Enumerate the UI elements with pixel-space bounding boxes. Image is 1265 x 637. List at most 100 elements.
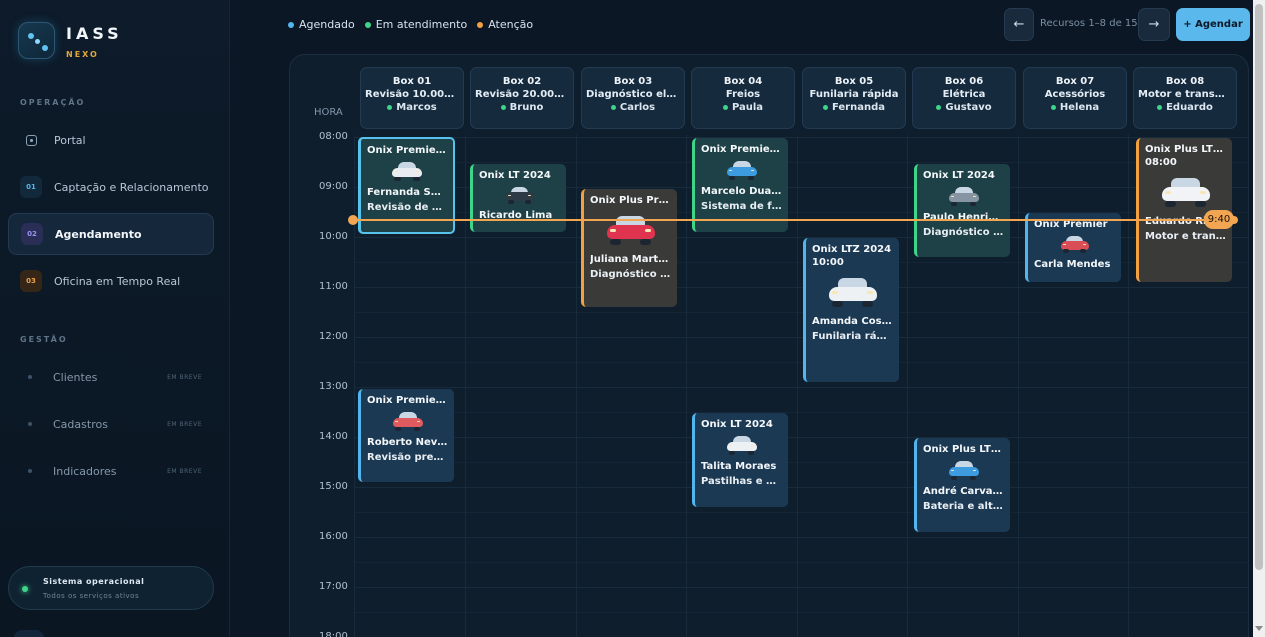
hour-label: 10:00 [319,231,348,242]
appointment-service: Motor e trans... [1145,231,1226,242]
resource-column-header[interactable]: Box 04 Freios Paula [691,67,795,129]
resource-column-header[interactable]: Box 08 Motor e transm... Eduardo [1133,67,1237,129]
appointment-card[interactable]: Onix Premier ... Roberto Neves Revisão pre… [358,389,454,482]
appointment-card[interactable]: Onix Premier Carla Mendes [1025,213,1121,282]
box-technician: Marcos [361,102,463,113]
car-icon [948,187,979,206]
car-icon [1161,178,1210,207]
sidebar-item-captacao[interactable]: 01 Captação e Relacionamento [8,166,214,208]
box-name: Box 03 [613,76,653,87]
sidebar: IASS NEXO OPERAÇÃO Portal 01 Captação e … [0,0,230,637]
hour-label: 13:00 [319,381,348,392]
technician-status-icon [722,105,728,110]
sidebar-item-indicadores[interactable]: Indicadores EM BREVE [8,450,214,492]
resource-column-header[interactable]: Box 07 Acessórios Helena [1023,67,1127,129]
box-name: Box 02 [502,76,542,87]
scroll-down-icon[interactable] [1255,626,1263,631]
car-icon [505,187,534,204]
appointment-card[interactable]: Onix LT 2024 Ricardo Lima [470,164,566,232]
resource-column-header[interactable]: Box 03 Diagnóstico ele... Carlos [581,67,685,129]
box-service: Revisão 10.000 ... [365,89,463,100]
soon-badge: EM BREVE [167,420,202,428]
legend-dot-icon [288,21,294,28]
next-resources-button[interactable]: → [1138,8,1170,41]
appointment-card[interactable]: Onix LTZ 2024 10:00 Amanda Costa Funilaria … [803,238,899,382]
sidebar-item-agendamento[interactable]: 02 Agendamento [8,213,214,255]
brand-subtitle: NEXO [66,50,99,59]
technician-status-icon [822,105,828,110]
scrollbar-thumb[interactable] [1255,4,1263,570]
appointment-service: Revisão preve... [367,452,448,463]
soon-badge: EM BREVE [167,373,202,381]
technician-status-icon [936,105,942,110]
hour-column-label: HORA [314,107,343,118]
box-service: Elétrica [942,89,986,100]
user-avatar[interactable] [14,630,44,637]
hour-label: 09:00 [319,181,348,192]
status-subtitle: Todos os serviços ativos [43,592,140,600]
appointment-card[interactable]: Onix Premier ... Marcelo Duarte Sistema de… [692,138,788,232]
box-service: Funilaria rápida [809,89,899,100]
section-label-operacao: OPERAÇÃO [20,98,86,107]
technician-status-icon [500,105,506,110]
resource-column-header[interactable]: Box 06 Elétrica Gustavo [912,67,1016,129]
appointment-service: Diagnóstico e... [590,269,671,280]
prev-resources-button[interactable]: ← [1004,8,1034,41]
resource-column-header[interactable]: Box 02 Revisão 20.000 ... Bruno [470,67,574,129]
section-label-gestao: GESTÃO [20,335,68,344]
car-icon [1060,236,1089,253]
appointment-vehicle: Onix Premier ... [367,145,447,156]
current-time-marker [348,215,358,225]
appointment-card[interactable]: Onix Plus Pre... Juliana Martins Diagnósti… [581,189,677,307]
technician-status-icon [610,105,616,110]
sidebar-item-clientes[interactable]: Clientes EM BREVE [8,356,214,398]
appointment-vehicle: Onix Premier ... [701,144,782,155]
appointment-client: Carla Mendes [1034,259,1111,270]
box-name: Box 05 [834,76,874,87]
column-grid-line [465,135,466,637]
appointment-card[interactable]: Onix LT 2024 Paulo Henrique Diagnóstico e.… [914,164,1010,257]
car-icon [392,162,422,181]
appointment-vehicle: Onix Plus LTZ ... [923,444,1004,455]
sidebar-item-portal[interactable]: Portal [8,119,214,161]
appointment-service: Sistema de fr... [701,201,782,212]
appointment-card[interactable]: Onix Plus LTZ ... André Carvalho Bateria e… [914,438,1010,532]
hour-label: 18:00 [319,631,348,637]
resource-column-header[interactable]: Box 01 Revisão 10.000 ... Marcos [360,67,464,129]
sidebar-badge: 01 [20,176,42,198]
half-hour-grid-line [354,512,1248,513]
status-online-icon [22,586,28,592]
appointment-client: Paulo Henrique [923,212,1004,223]
technician-status-icon [1157,105,1163,110]
technician-status-icon [1050,105,1056,110]
resource-column-header[interactable]: Box 05 Funilaria rápida Fernanda [802,67,906,129]
appointment-card[interactable]: Onix LT 2024 Talita Moraes Pastilhas e dis… [692,413,788,507]
hour-grid-line [354,287,1248,288]
box-service: Motor e transm... [1138,89,1236,100]
status-legend: Agendado Em atendimento Atenção [288,18,533,31]
appointment-vehicle: Onix LT 2024 [701,419,773,430]
hour-grid-line [354,337,1248,338]
hour-label: 08:00 [319,131,348,142]
column-grid-line [686,135,687,637]
legend-item-agendado: Agendado [288,18,355,31]
appointment-vehicle: Onix Plus Pre... [590,195,671,206]
car-icon [948,461,979,480]
half-hour-grid-line [354,562,1248,563]
box-service: Acessórios [1044,89,1106,100]
box-service: Revisão 20.000 ... [475,89,573,100]
appointment-vehicle: Onix Premier ... [367,395,448,406]
half-hour-grid-line [354,312,1248,313]
appointment-vehicle: Onix Plus LT 2... [1145,144,1226,155]
hour-grid-line [354,587,1248,588]
appointment-client: Fernanda Souza [367,187,447,198]
hour-grid-line [354,437,1248,438]
legend-item-atencao: Atenção [477,18,533,31]
sidebar-item-oficina[interactable]: 03 Oficina em Tempo Real [8,260,214,302]
sidebar-item-label: Oficina em Tempo Real [54,274,181,288]
add-appointment-button[interactable]: + Agendar [1176,8,1250,41]
sidebar-item-cadastros[interactable]: Cadastros EM BREVE [8,403,214,445]
half-hour-grid-line [354,412,1248,413]
sidebar-item-label: Portal [54,133,86,147]
appointment-vehicle: Onix LT 2024 [923,170,995,181]
